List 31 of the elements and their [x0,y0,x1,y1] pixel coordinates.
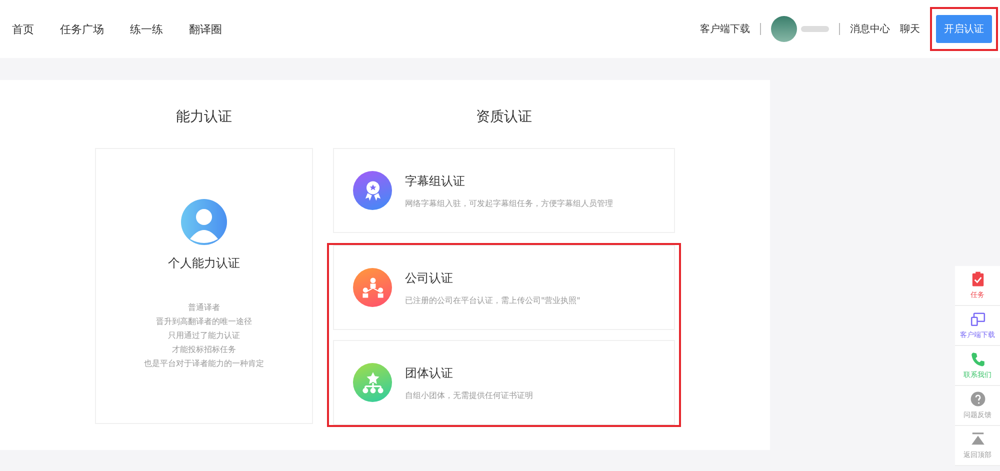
person-icon [181,199,227,245]
card-title: 团体认证 [405,364,454,382]
personal-certification-card[interactable]: 个人能力认证 普通译者 晋升到高翻译者的唯一途径 只用通过了能力认证 才能投标招标任务 也是平台对于译者能力的一种肯定 [95,148,313,424]
card-title: 公司认证 [405,270,454,286]
card-description: 网络字幕组入驻，可发起字幕组任务，方便字幕组人员管理 [405,198,613,208]
description-line: 才能投标招标任务 [172,344,236,355]
download-link[interactable]: 客户端下载 [700,22,750,36]
certification-card[interactable]: 团体认证 自组小团体，无需提供任何证书证明 [333,340,675,425]
description-line: 只用通过了能力认证 [168,330,240,341]
description-line: 也是平台对于译者能力的一种肯定 [144,358,264,369]
people-hierarchy-icon [353,268,392,307]
card-description: 已注册的公司在平台认证，需上传公司"营业执照" [405,294,580,306]
messages-link[interactable]: 消息中心 [850,22,890,36]
chat-link[interactable]: 聊天 [900,22,920,36]
section-title: 资质认证 [476,108,532,126]
card-description: 自组小团体，无需提供任何证书证明 [405,390,533,400]
medal-icon [353,171,392,210]
avatar-photo-placeholder[interactable] [771,16,797,42]
section-title: 能力认证 [176,108,232,126]
nav-link[interactable]: 翻译圈 [189,22,222,36]
blurred-username [801,26,829,32]
card-title: 字幕组认证 [405,172,466,190]
description-line: 晋升到高翻译者的唯一途径 [156,316,252,327]
description-line: 普通译者 [188,302,220,313]
certification-card[interactable]: 公司认证 已注册的公司在平台认证，需上传公司"营业执照" [333,245,675,330]
nav-link[interactable]: 首页 [12,22,34,36]
card-title: 个人能力认证 [168,255,240,272]
nav-link[interactable]: 练一练 [130,22,163,36]
star-team-icon [353,363,392,402]
certification-card[interactable]: 字幕组认证 网络字幕组入驻，可发起字幕组任务，方便字幕组人员管理 [333,148,675,233]
nav-link[interactable]: 任务广场 [60,22,104,36]
